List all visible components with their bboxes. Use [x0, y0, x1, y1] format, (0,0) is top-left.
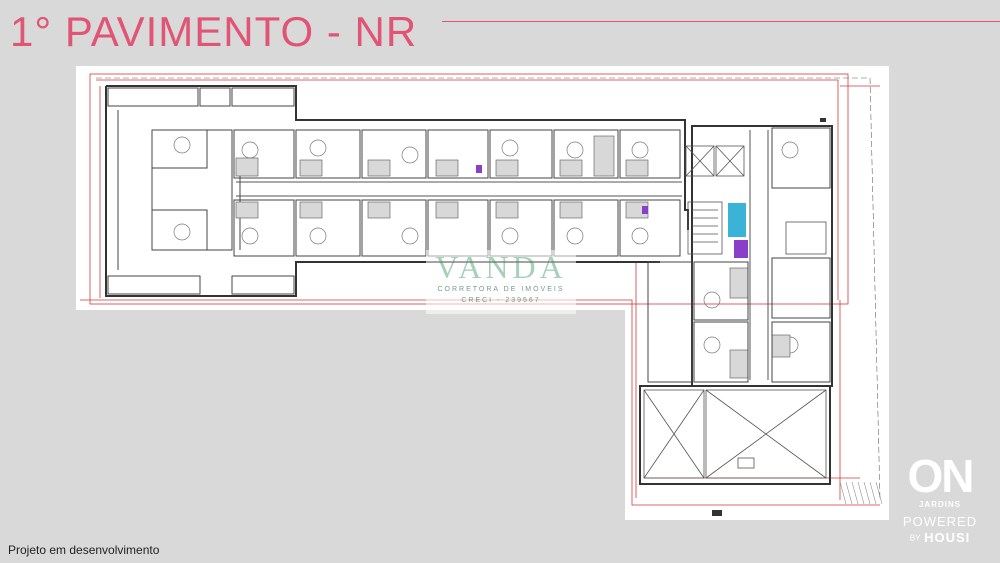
brand-logo: ON JARDINS POWERED BY HOUSI	[886, 452, 994, 554]
watermark-subtitle: CORRETORA DE IMÓVEIS	[437, 286, 565, 293]
footnote: Projeto em desenvolvimento	[8, 543, 160, 557]
logo-on: ON	[907, 450, 975, 502]
logo-by: BY	[909, 533, 921, 543]
watermark-creci: CRECI - 239567	[461, 297, 541, 304]
logo-housi: HOUSI	[924, 530, 971, 545]
logo-powered: POWERED	[902, 514, 978, 529]
watermark-name: VANDA	[435, 249, 567, 285]
logo-jardins: JARDINS	[918, 500, 962, 509]
watermark: VANDA CORRETORA DE IMÓVEIS CRECI - 23956…	[426, 250, 576, 314]
logo-by-housi: BY HOUSI	[886, 530, 994, 547]
